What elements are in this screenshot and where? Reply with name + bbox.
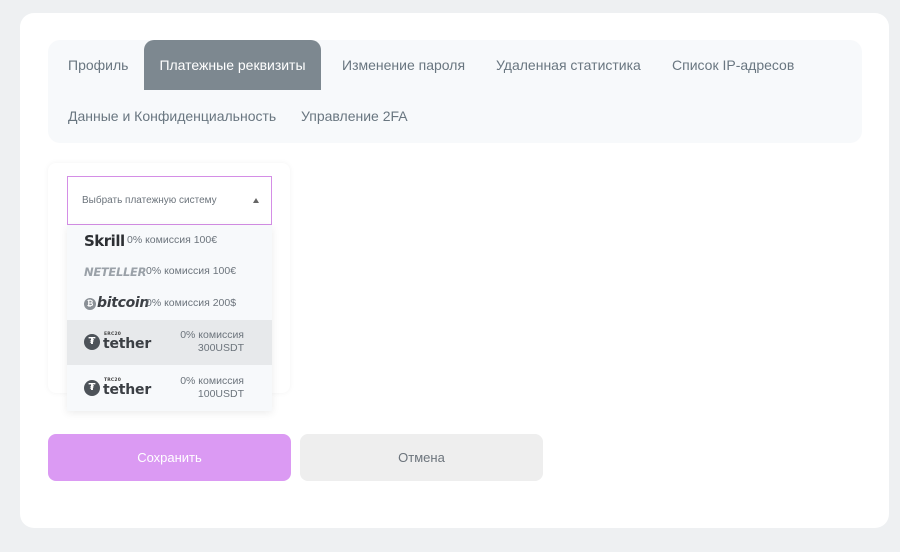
- select-placeholder: Выбрать платежную систему: [82, 195, 217, 206]
- tab-remote-statistics[interactable]: Удаленная статистика: [496, 40, 641, 90]
- settings-tabs: Профиль Платежные реквизиты Изменение па…: [48, 40, 862, 143]
- tab-change-password[interactable]: Изменение пароля: [342, 40, 465, 90]
- option-tether-erc20[interactable]: ₮ ERC20 tether 0% комиссия 300USDT: [67, 320, 272, 365]
- skrill-logo: Skrill: [84, 232, 125, 250]
- tab-payment-details[interactable]: Платежные реквизиты: [144, 40, 321, 90]
- tab-ip-list[interactable]: Список IP-адресов: [672, 40, 794, 90]
- save-button[interactable]: Сохранить: [48, 434, 291, 481]
- option-bitcoin[interactable]: ₿ bitcoin 0% комиссия 200$: [67, 288, 272, 320]
- tab-data-privacy[interactable]: Данные и Конфиденциальность: [68, 91, 276, 141]
- neteller-logo: NETELLER: [84, 265, 147, 279]
- option-commission: 0% комиссия 100€: [146, 265, 237, 277]
- tether-icon: ₮: [84, 380, 100, 396]
- caret-up-icon: [253, 198, 259, 203]
- tab-2fa[interactable]: Управление 2FA: [301, 91, 408, 141]
- payment-system-select[interactable]: Выбрать платежную систему: [67, 176, 272, 225]
- option-commission: 0% комиссия 100€: [127, 234, 218, 246]
- tether-icon: ₮: [84, 334, 100, 350]
- option-tether-trc20[interactable]: ₮ TRC20 tether 0% комиссия 100USDT: [67, 366, 272, 411]
- payment-system-dropdown: Skrill 0% комиссия 100€ NETELLER 0% коми…: [67, 225, 272, 411]
- bitcoin-icon: ₿: [84, 298, 96, 310]
- option-commission: 0% комиссия 300USDT: [180, 329, 244, 354]
- option-skrill[interactable]: Skrill 0% комиссия 100€: [67, 225, 272, 256]
- cancel-button[interactable]: Отмена: [300, 434, 543, 481]
- tab-profile[interactable]: Профиль: [68, 40, 128, 90]
- option-neteller[interactable]: NETELLER 0% комиссия 100€: [67, 256, 272, 288]
- bitcoin-logo: ₿ bitcoin: [84, 295, 149, 311]
- option-commission: 0% комиссия 100USDT: [180, 375, 244, 400]
- option-commission: 0% комиссия 200$: [146, 297, 237, 309]
